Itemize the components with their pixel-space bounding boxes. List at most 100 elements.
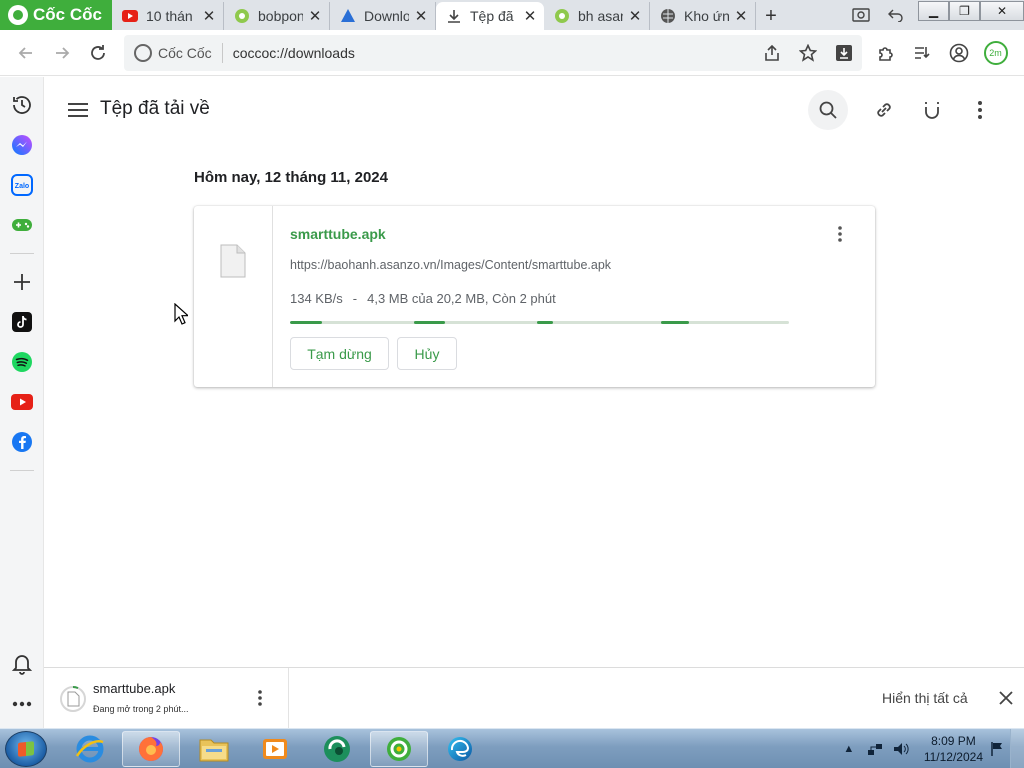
- back-button[interactable]: [8, 35, 44, 71]
- media-player-icon[interactable]: [246, 731, 304, 767]
- tab-close-icon[interactable]: ✕: [733, 8, 749, 25]
- window-close-button[interactable]: ✕: [980, 1, 1024, 21]
- volume-icon[interactable]: [891, 739, 911, 759]
- notifications-bell-icon[interactable]: [10, 652, 34, 676]
- download-card: smarttube.apk https://baohanh.asanzo.vn/…: [194, 206, 875, 387]
- coccoc-logo-icon: [8, 5, 28, 25]
- share-icon[interactable]: [754, 35, 790, 71]
- system-clock[interactable]: 8:09 PM 11/12/2024: [924, 733, 983, 765]
- hamburger-menu-icon[interactable]: [68, 99, 90, 121]
- new-tab-button[interactable]: +: [756, 2, 786, 30]
- file-explorer-icon[interactable]: [185, 731, 243, 767]
- pause-button[interactable]: Tạm dừng: [290, 337, 389, 370]
- show-all-link[interactable]: Hiển thị tất cả: [882, 690, 968, 706]
- tab-kho-ung-dung[interactable]: Kho ứn ✕: [650, 2, 756, 30]
- download-manager-icon[interactable]: [826, 35, 862, 71]
- shelf-status: Đang mở trong 2 phút...: [93, 704, 189, 714]
- link-icon[interactable]: [864, 90, 904, 130]
- tab-title: bobpon: [258, 8, 303, 24]
- source-url[interactable]: https://baohanh.asanzo.vn/Images/Content…: [290, 258, 611, 272]
- tab-close-icon[interactable]: ✕: [522, 8, 538, 25]
- system-tray: ▲ 8:09 PM 11/12/2024: [836, 729, 1024, 768]
- card-more-icon[interactable]: [828, 222, 852, 246]
- url-text[interactable]: coccoc://downloads: [233, 45, 355, 61]
- tab-bh-asanzo[interactable]: bh asan ✕: [544, 2, 650, 30]
- network-icon[interactable]: [865, 739, 885, 759]
- progress-segment: [661, 321, 689, 324]
- greenshot-icon[interactable]: [308, 731, 366, 767]
- cancel-button[interactable]: Hủy: [397, 337, 457, 370]
- svg-text:Zalo: Zalo: [15, 183, 29, 190]
- firefox-icon[interactable]: [122, 731, 180, 767]
- blue-site-icon: [340, 8, 356, 24]
- tab-download-site[interactable]: Downlo ✕: [330, 2, 436, 30]
- coccoc-menu-button[interactable]: Cốc Cốc: [0, 0, 112, 30]
- progress-separator: -: [352, 291, 358, 306]
- tab-bobpon[interactable]: bobpon ✕: [224, 2, 330, 30]
- tab-downloads[interactable]: Tệp đã ✕: [436, 2, 544, 30]
- address-bar[interactable]: Cốc Cốc coccoc://downloads: [124, 35, 862, 71]
- history-icon[interactable]: [10, 93, 34, 117]
- show-desktop-button[interactable]: [1010, 729, 1024, 768]
- tab-youtube[interactable]: 10 thán ✕: [112, 2, 224, 30]
- mouse-cursor-icon: [174, 302, 190, 330]
- shelf-download-item[interactable]: smarttube.apk Đang mở trong 2 phút...: [44, 668, 289, 729]
- date-heading: Hôm nay, 12 tháng 11, 2024: [194, 169, 388, 186]
- progress-bar: [290, 321, 789, 324]
- sidebar-divider: [10, 470, 34, 471]
- add-app-icon[interactable]: [10, 270, 34, 294]
- tab-close-icon[interactable]: ✕: [627, 8, 643, 25]
- rewards-badge[interactable]: 2m: [977, 35, 1014, 71]
- file-icon-column: [194, 206, 273, 387]
- reload-button[interactable]: [80, 35, 116, 71]
- coccoc-taskbar-icon[interactable]: [370, 731, 428, 767]
- download-icon: [446, 8, 462, 24]
- tab-close-icon[interactable]: ✕: [413, 8, 429, 25]
- progress-segment: [537, 321, 553, 324]
- forward-button[interactable]: [44, 35, 80, 71]
- bookmark-star-icon[interactable]: [790, 35, 826, 71]
- internet-explorer-icon[interactable]: [61, 731, 119, 767]
- more-options-icon[interactable]: [10, 692, 34, 716]
- site-info[interactable]: Cốc Cốc: [134, 43, 223, 63]
- downloads-header: Tệp đã tải về: [44, 77, 1024, 143]
- file-name-link[interactable]: smarttube.apk: [290, 226, 386, 242]
- minimize-button[interactable]: ▁: [918, 1, 949, 21]
- restore-button[interactable]: ❐: [949, 1, 980, 21]
- facebook-icon[interactable]: [10, 430, 34, 454]
- tab-close-icon[interactable]: ✕: [307, 8, 323, 25]
- profile-icon[interactable]: [940, 35, 977, 71]
- tab-title: Downlo: [364, 8, 409, 24]
- zalo-icon[interactable]: Zalo: [10, 173, 34, 197]
- tab-title: bh asan: [578, 8, 623, 24]
- shelf-close-icon[interactable]: [996, 688, 1016, 708]
- action-center-flag-icon[interactable]: [987, 739, 1007, 759]
- shelf-file-name: smarttube.apk: [93, 681, 176, 696]
- edge-icon[interactable]: [431, 731, 489, 767]
- shelf-more-icon[interactable]: [252, 686, 268, 710]
- tab-title: Kho ứn: [684, 8, 729, 24]
- tab-close-icon[interactable]: ✕: [201, 8, 217, 25]
- download-status: 4,3 MB của 20,2 MB, Còn 2 phút: [367, 291, 556, 306]
- game-controller-icon[interactable]: [10, 213, 34, 237]
- site-label: Cốc Cốc: [158, 45, 212, 61]
- clock-date: 11/12/2024: [923, 750, 983, 764]
- extensions-icon[interactable]: [866, 35, 903, 71]
- search-icon[interactable]: [808, 90, 848, 130]
- magnet-icon[interactable]: [912, 90, 952, 130]
- tab-search-icon[interactable]: [844, 0, 878, 30]
- back-to-tab-icon[interactable]: [878, 0, 912, 30]
- tiktok-icon[interactable]: [10, 310, 34, 334]
- messenger-icon[interactable]: [10, 133, 34, 157]
- download-speed: 134 KB/s: [290, 291, 343, 306]
- youtube-icon: [122, 8, 138, 24]
- clock-time: 8:09 PM: [931, 734, 976, 748]
- page-title: Tệp đã tải về: [100, 98, 210, 119]
- reading-list-icon[interactable]: [903, 35, 940, 71]
- start-button[interactable]: [5, 731, 47, 767]
- tray-expand-icon[interactable]: ▲: [839, 739, 859, 759]
- youtube-icon[interactable]: [10, 390, 34, 414]
- spotify-icon[interactable]: [10, 350, 34, 374]
- more-vert-icon[interactable]: [960, 90, 1000, 130]
- sidebar-divider: [10, 253, 34, 254]
